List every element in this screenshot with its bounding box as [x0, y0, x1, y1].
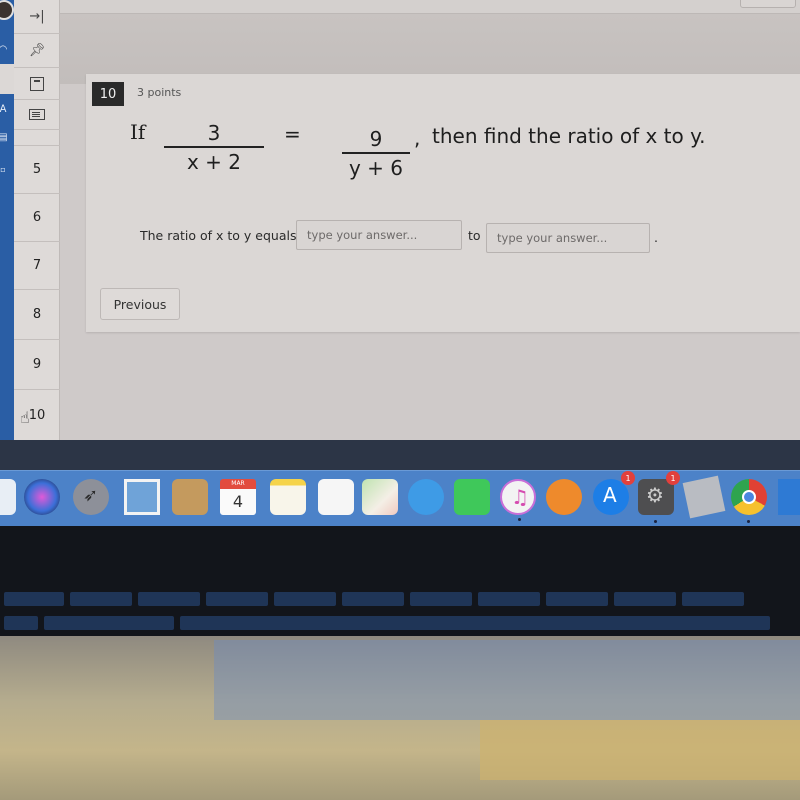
- pin-button[interactable]: 📌︎: [14, 34, 60, 68]
- nav-spacer: [14, 130, 60, 146]
- screen-reflection: [214, 640, 800, 720]
- key: [138, 592, 200, 606]
- previous-button[interactable]: Previous: [100, 288, 180, 320]
- laptop-keyboard: [0, 526, 800, 636]
- question-number-badge: 10: [92, 82, 124, 106]
- pin-icon: 📌︎: [28, 43, 46, 58]
- notification-badge: 1: [666, 471, 680, 485]
- partial-app-icon[interactable]: [778, 479, 800, 515]
- groups-icon[interactable]: ꓮ: [0, 100, 12, 118]
- mail-icon[interactable]: [124, 479, 160, 515]
- system-preferences-icon[interactable]: ⚙ 1: [638, 471, 680, 523]
- question-stem: If 3 x + 2 = 9 y + 6 , then find the rat…: [130, 118, 790, 188]
- messages-icon[interactable]: [408, 479, 444, 515]
- question-nav-item[interactable]: 7: [14, 242, 60, 290]
- app-store-glyph-icon: A: [603, 483, 617, 507]
- fraction-left: 3 x + 2: [164, 120, 264, 176]
- keyboard-row: [0, 592, 800, 606]
- calendar-day: 4: [220, 489, 256, 515]
- notification-badge: 1: [621, 471, 635, 485]
- paper-reflection: [480, 720, 800, 780]
- answer-to-label: to: [468, 228, 481, 243]
- keyboard-row: [0, 616, 800, 630]
- key: [682, 592, 744, 606]
- fraction-right-denominator: y + 6: [348, 155, 404, 180]
- answer-period: .: [654, 230, 658, 245]
- screen-bezel: [0, 440, 800, 470]
- running-indicator: [747, 520, 750, 523]
- key: [44, 616, 174, 630]
- key: [4, 616, 38, 630]
- question-nav-item[interactable]: 5: [14, 146, 60, 194]
- toolbar-button[interactable]: [740, 0, 796, 8]
- collapse-right-icon: →|: [29, 9, 45, 24]
- key: [70, 592, 132, 606]
- stem-if: If: [130, 120, 146, 144]
- key: [546, 592, 608, 606]
- music-note-icon: ♫: [511, 485, 529, 509]
- question-nav-item[interactable]: 6: [14, 194, 60, 242]
- calendar-icon[interactable]: MAR 4: [220, 479, 256, 515]
- running-indicator: [654, 520, 657, 523]
- chrome-center-icon: [742, 490, 756, 504]
- key: [4, 592, 64, 606]
- key: [206, 592, 268, 606]
- space-key: [180, 616, 770, 630]
- user-avatar[interactable]: [0, 0, 14, 20]
- equals-sign: =: [284, 122, 301, 146]
- reminders-icon[interactable]: [318, 479, 354, 515]
- macos-dock: ➶ MAR 4 ♫ A 1 ⚙ 1: [0, 470, 800, 526]
- fraction-right-numerator: 9: [369, 127, 383, 151]
- question-nav-item[interactable]: 9: [14, 340, 60, 390]
- siri-icon[interactable]: [24, 479, 60, 515]
- key: [614, 592, 676, 606]
- chrome-icon[interactable]: [731, 479, 767, 523]
- question-navigator: →| 📌︎ 5 6 7 8 9 10: [14, 0, 60, 440]
- contacts-icon[interactable]: [172, 479, 208, 515]
- card-icon: [29, 109, 45, 120]
- collapse-button[interactable]: →|: [14, 0, 60, 34]
- launchpad-icon[interactable]: ➶: [73, 479, 109, 515]
- app-store-icon[interactable]: A 1: [593, 471, 635, 515]
- itunes-icon[interactable]: ♫: [500, 479, 536, 521]
- stem-instruction: then find the ratio of x to y.: [432, 124, 706, 148]
- ratio-y-input[interactable]: [486, 223, 650, 253]
- fraction-left-numerator: 3: [207, 121, 221, 145]
- ratio-x-input[interactable]: [296, 220, 462, 250]
- hand-cursor-icon: ☝: [20, 408, 30, 427]
- roblox-icon[interactable]: [682, 475, 726, 519]
- dashboard-icon[interactable]: ◠: [0, 40, 12, 58]
- calendar-month: MAR: [220, 479, 256, 489]
- stem-comma: ,: [414, 126, 421, 150]
- browser-screen: ◠ ꓮ ▤ ▫ →| 📌︎ 5 6 7 8 9 10 ☝ 10 3 points…: [0, 0, 800, 455]
- key: [274, 592, 336, 606]
- flag-button[interactable]: [14, 68, 60, 100]
- question-card: 10 3 points If 3 x + 2 = 9 y + 6 , then …: [86, 74, 800, 332]
- maps-icon[interactable]: [362, 479, 398, 515]
- app-rail: ◠ ꓮ ▤ ▫: [0, 0, 20, 440]
- key: [410, 592, 472, 606]
- gear-icon: ⚙: [646, 483, 664, 507]
- answer-label: The ratio of x to y equals: [140, 228, 297, 243]
- facetime-icon[interactable]: [454, 479, 490, 515]
- finder-icon[interactable]: [0, 479, 16, 515]
- notes-icon[interactable]: [270, 479, 306, 515]
- question-points: 3 points: [137, 86, 182, 99]
- key: [342, 592, 404, 606]
- bookmark-box-icon: [30, 76, 44, 91]
- answer-row: The ratio of x to y equals to .: [140, 220, 780, 253]
- calendar-icon[interactable]: ▤: [0, 128, 12, 146]
- rocket-icon: ➶: [83, 485, 99, 506]
- question-nav-item[interactable]: 8: [14, 290, 60, 340]
- key: [478, 592, 540, 606]
- fraction-right: 9 y + 6: [342, 126, 410, 182]
- inbox-icon[interactable]: ▫: [0, 160, 12, 178]
- ibooks-icon[interactable]: [546, 479, 582, 515]
- fraction-left-denominator: x + 2: [186, 149, 242, 174]
- top-toolbar-strip: [60, 0, 800, 14]
- notes-button[interactable]: [14, 100, 60, 130]
- running-indicator: [518, 518, 521, 521]
